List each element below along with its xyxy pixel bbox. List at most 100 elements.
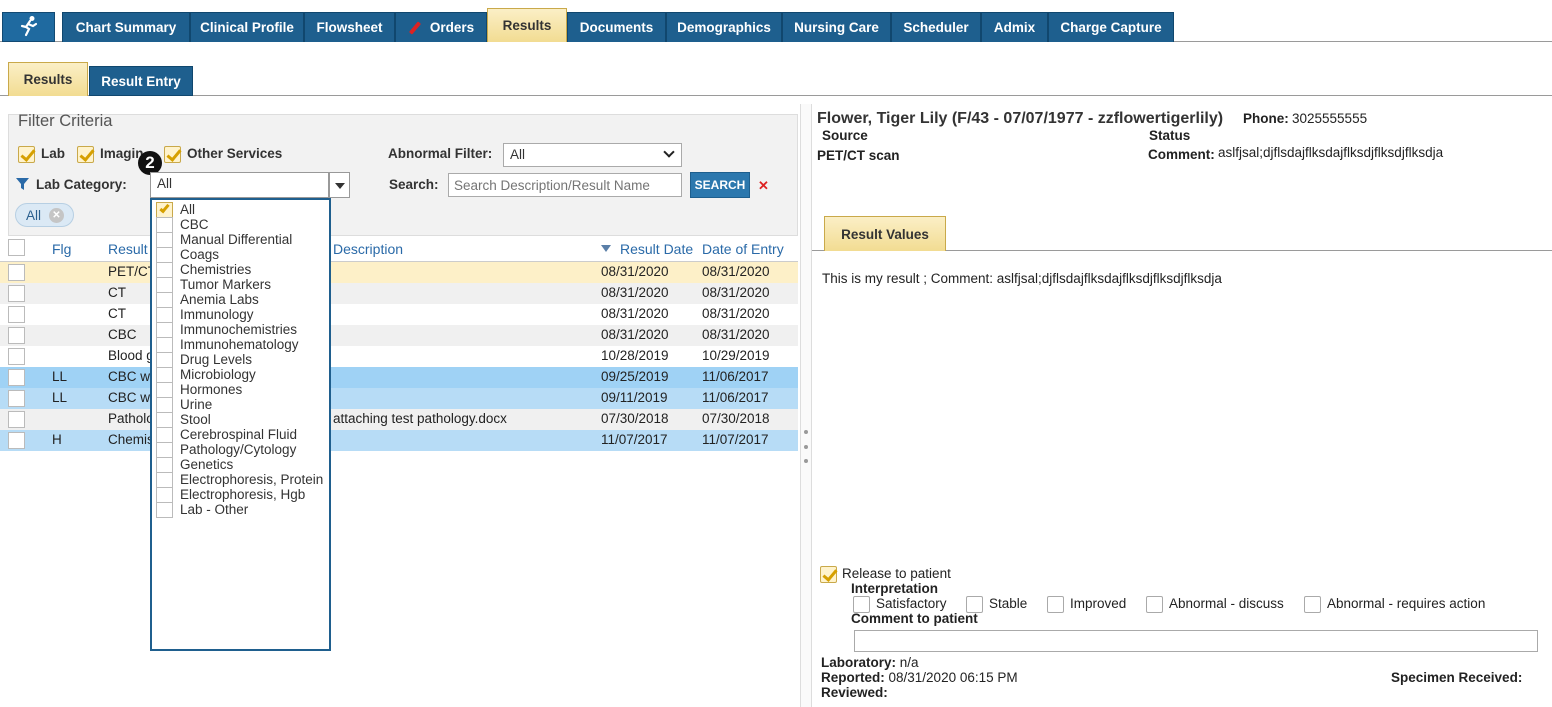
- results-grid-header: Flg Result Description Result Date Date …: [0, 236, 798, 262]
- filter-funnel-icon: [16, 178, 29, 194]
- table-row[interactable]: Patholo attaching test pathology.docx 07…: [0, 409, 798, 430]
- row-date-of-entry: 08/31/2020: [702, 327, 770, 342]
- option-checkbox[interactable]: [156, 217, 173, 233]
- col-header-date-of-entry[interactable]: Date of Entry: [702, 241, 784, 257]
- row-date-of-entry: 10/29/2019: [702, 348, 770, 363]
- option-checkbox[interactable]: [156, 277, 173, 293]
- row-checkbox[interactable]: [8, 348, 25, 365]
- row-date-of-entry: 11/06/2017: [702, 369, 769, 384]
- clear-search-icon[interactable]: ✕: [758, 178, 769, 194]
- tab-clinical-profile[interactable]: Clinical Profile: [190, 12, 304, 42]
- lab-category-dropdown-button[interactable]: [329, 172, 350, 198]
- improved-checkbox[interactable]: [1047, 596, 1064, 613]
- option-label: Immunochemistries: [180, 322, 298, 337]
- option-checkbox[interactable]: [156, 502, 173, 518]
- tab-demographics[interactable]: Demographics: [666, 12, 782, 42]
- option-checkbox[interactable]: [156, 397, 173, 413]
- row-checkbox[interactable]: [8, 285, 25, 302]
- row-checkbox[interactable]: [8, 411, 25, 428]
- table-row[interactable]: Blood g 10/28/2019 10/29/2019: [0, 346, 798, 367]
- table-row[interactable]: LL CBC w 09/11/2019 11/06/2017: [0, 388, 798, 409]
- abnormal-requires-action-checkbox[interactable]: [1304, 596, 1321, 613]
- col-header-flg[interactable]: Flg: [52, 241, 71, 257]
- option-checkbox[interactable]: [156, 232, 173, 248]
- row-checkbox[interactable]: [8, 390, 25, 407]
- option-checkbox[interactable]: [156, 472, 173, 488]
- satisfactory-label: Satisfactory: [876, 596, 947, 611]
- stable-label: Stable: [989, 596, 1028, 611]
- table-row[interactable]: CT 08/31/2020 08/31/2020: [0, 283, 798, 304]
- option-checkbox[interactable]: [156, 337, 173, 353]
- option-checkbox[interactable]: [156, 202, 173, 218]
- select-all-checkbox[interactable]: [8, 239, 25, 256]
- option-checkbox[interactable]: [156, 307, 173, 323]
- option-checkbox[interactable]: [156, 382, 173, 398]
- row-checkbox[interactable]: [8, 264, 25, 281]
- search-button[interactable]: SEARCH: [690, 172, 750, 198]
- option-checkbox[interactable]: [156, 412, 173, 428]
- top-nav: Chart Summary Clinical Profile Flowsheet…: [0, 0, 1552, 42]
- tab-flowsheet[interactable]: Flowsheet: [304, 12, 395, 42]
- table-row[interactable]: H Chemis 11/07/2017 11/07/2017: [0, 430, 798, 451]
- col-header-description[interactable]: Description: [333, 241, 403, 257]
- option-label: CBC: [180, 217, 209, 232]
- option-checkbox[interactable]: [156, 247, 173, 263]
- subtab-result-entry[interactable]: Result Entry: [89, 66, 193, 96]
- phone-label: Phone:: [1243, 111, 1289, 126]
- comment-value: aslfjsal;djflsdajflksdajflksdjflksdjflks…: [1218, 145, 1444, 160]
- tab-chart-summary[interactable]: Chart Summary: [62, 12, 190, 42]
- row-checkbox[interactable]: [8, 327, 25, 344]
- abnormal-filter-select[interactable]: All: [503, 143, 682, 167]
- panel-splitter[interactable]: [800, 104, 812, 707]
- subtab-results[interactable]: Results: [8, 62, 88, 96]
- row-result-date: 08/31/2020: [601, 306, 669, 321]
- tab-orders[interactable]: Orders: [395, 12, 487, 42]
- lab-category-dropdown-list: All CBC Manual Differential Coags Chemis…: [150, 198, 331, 651]
- release-to-patient-checkbox[interactable]: [820, 566, 837, 583]
- col-header-result[interactable]: Result: [108, 241, 148, 257]
- row-checkbox[interactable]: [8, 432, 25, 449]
- option-checkbox[interactable]: [156, 292, 173, 308]
- row-result: Chemis: [108, 432, 154, 447]
- status-label: Status: [1149, 128, 1191, 143]
- row-result: CBC w: [108, 390, 151, 405]
- tab-admix[interactable]: Admix: [981, 12, 1048, 42]
- row-checkbox[interactable]: [8, 306, 25, 323]
- option-checkbox[interactable]: [156, 352, 173, 368]
- comment-to-patient-input[interactable]: [854, 630, 1538, 652]
- table-row[interactable]: CT 08/31/2020 08/31/2020: [0, 304, 798, 325]
- improved-label: Improved: [1070, 596, 1127, 611]
- lab-category-input[interactable]: All: [150, 172, 329, 198]
- tab-charge-capture[interactable]: Charge Capture: [1048, 12, 1174, 42]
- row-date-of-entry: 08/31/2020: [702, 264, 770, 279]
- tab-nursing-care[interactable]: Nursing Care: [782, 12, 891, 42]
- row-result: Patholo: [108, 411, 154, 426]
- search-input[interactable]: [448, 173, 682, 197]
- tab-result-values[interactable]: Result Values: [824, 216, 946, 251]
- tab-documents[interactable]: Documents: [567, 12, 666, 42]
- tab-scheduler[interactable]: Scheduler: [891, 12, 981, 42]
- lab-checkbox[interactable]: [18, 146, 35, 163]
- lab-category-label: Lab Category:: [36, 177, 127, 192]
- option-checkbox[interactable]: [156, 457, 173, 473]
- home-button[interactable]: [2, 12, 55, 42]
- row-checkbox[interactable]: [8, 369, 25, 386]
- col-header-result-date[interactable]: Result Date: [620, 241, 693, 257]
- imaging-checkbox[interactable]: [77, 146, 94, 163]
- remove-chip-icon[interactable]: ✕: [49, 208, 64, 223]
- option-checkbox[interactable]: [156, 487, 173, 503]
- option-checkbox[interactable]: [156, 322, 173, 338]
- table-row[interactable]: LL CBC w 09/25/2019 11/06/2017: [0, 367, 798, 388]
- table-row[interactable]: PET/CT 08/31/2020 08/31/2020: [0, 262, 798, 283]
- option-checkbox[interactable]: [156, 427, 173, 443]
- option-label: Tumor Markers: [180, 277, 272, 292]
- option-checkbox[interactable]: [156, 262, 173, 278]
- other-services-checkbox[interactable]: [164, 146, 181, 163]
- table-row[interactable]: CBC 08/31/2020 08/31/2020: [0, 325, 798, 346]
- abnormal-discuss-checkbox[interactable]: [1146, 596, 1163, 613]
- option-label: Lab - Other: [180, 502, 249, 517]
- option-checkbox[interactable]: [156, 367, 173, 383]
- reported-label: Reported:: [821, 670, 885, 685]
- tab-results[interactable]: Results: [487, 8, 567, 42]
- option-checkbox[interactable]: [156, 442, 173, 458]
